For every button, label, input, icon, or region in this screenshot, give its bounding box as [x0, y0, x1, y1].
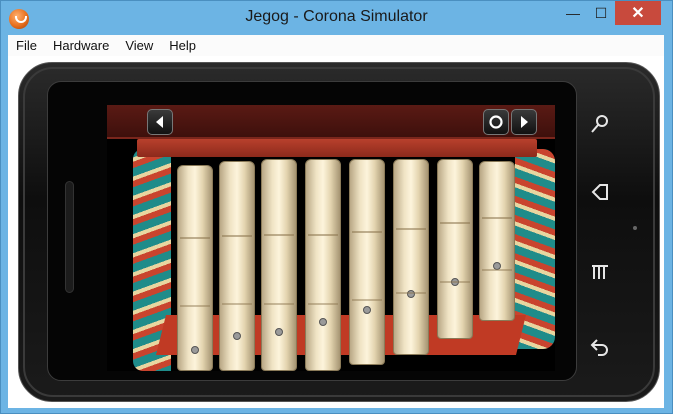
- bamboo-key-4[interactable]: [305, 159, 341, 371]
- close-button[interactable]: ✕: [615, 1, 661, 25]
- simulator-window: Jegog - Corona Simulator — ☐ ✕ File Hard…: [0, 0, 673, 414]
- bamboo-key-1[interactable]: [177, 165, 213, 371]
- bamboo-key-6[interactable]: [393, 159, 429, 355]
- menu-bar: File Hardware View Help: [8, 35, 664, 56]
- bamboo-key-8[interactable]: [479, 161, 515, 321]
- search-icon[interactable]: [585, 109, 615, 139]
- back-icon[interactable]: [585, 331, 615, 361]
- bamboo-key-7[interactable]: [437, 159, 473, 339]
- bamboo-key-5[interactable]: [349, 159, 385, 365]
- menu-hardware[interactable]: Hardware: [45, 35, 117, 56]
- minimize-button[interactable]: —: [559, 1, 587, 25]
- front-sensor: [633, 226, 637, 230]
- device-skin: [18, 62, 660, 402]
- home-icon[interactable]: [585, 177, 615, 207]
- bamboo-key-2[interactable]: [219, 161, 255, 371]
- menu-view[interactable]: View: [117, 35, 161, 56]
- menu-icon[interactable]: [585, 257, 615, 287]
- gamelan-frame-top: [137, 139, 537, 157]
- simulator-canvas: [8, 56, 664, 408]
- next-arrow-icon[interactable]: [511, 109, 537, 135]
- menu-help[interactable]: Help: [161, 35, 204, 56]
- app-screen[interactable]: [107, 105, 555, 371]
- speaker-grille: [65, 181, 74, 293]
- record-icon[interactable]: [483, 109, 509, 135]
- maximize-button[interactable]: ☐: [587, 1, 615, 25]
- previous-arrow-icon[interactable]: [147, 109, 173, 135]
- menu-file[interactable]: File: [8, 35, 45, 56]
- bamboo-key-3[interactable]: [261, 159, 297, 371]
- title-bar[interactable]: Jegog - Corona Simulator — ☐ ✕: [1, 1, 672, 35]
- app-toolbar: [107, 105, 555, 139]
